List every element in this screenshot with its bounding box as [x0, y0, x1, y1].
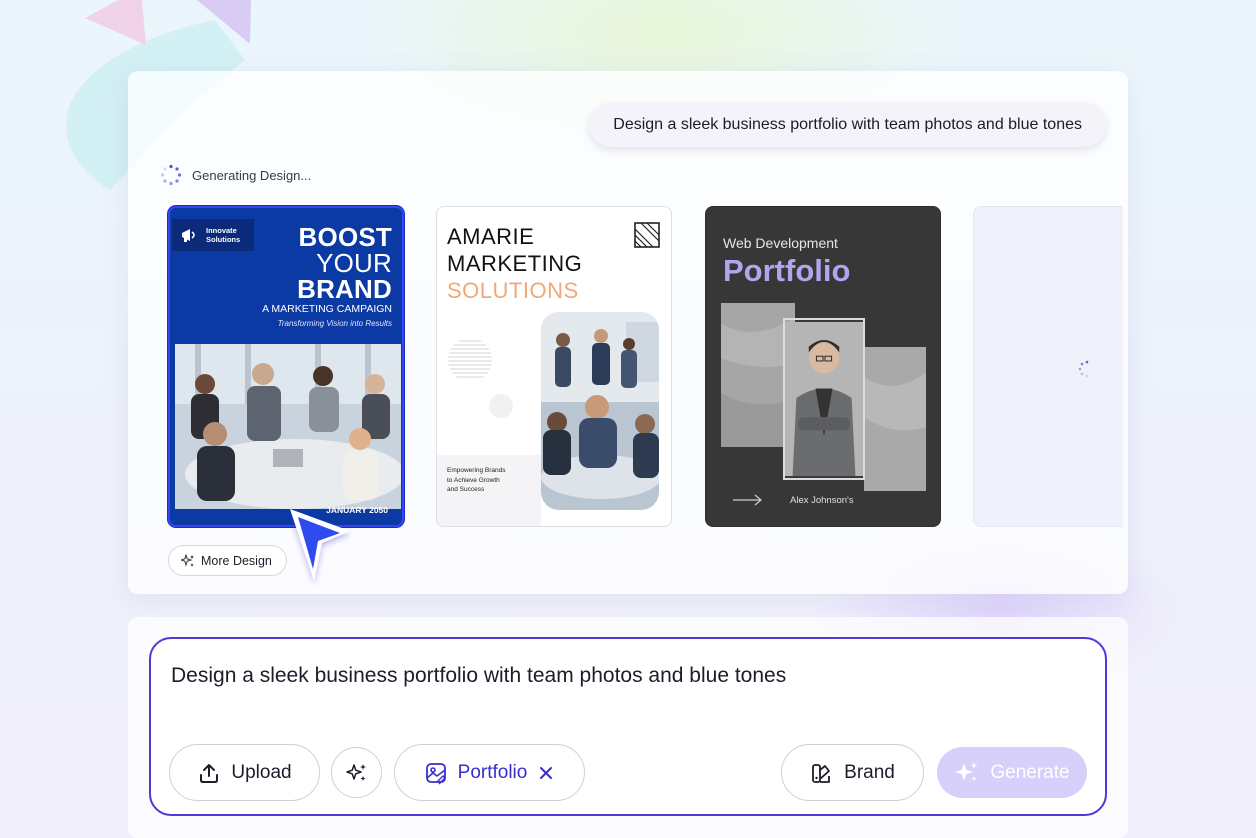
concrete-texture	[864, 347, 926, 491]
design-card-amarie-marketing[interactable]: AMARIE MARKETING SOLUTIONS Empowering Br…	[436, 206, 672, 527]
prompt-input-box[interactable]: Design a sleek business portfolio with t…	[149, 637, 1107, 816]
prompt-composer-panel: Design a sleek business portfolio with t…	[128, 617, 1128, 838]
image-edit-icon	[425, 762, 446, 784]
decor-shape-lavender	[197, 0, 251, 44]
sparkle-icon	[955, 761, 978, 781]
prompt-input[interactable]: Design a sleek business portfolio with t…	[171, 664, 786, 688]
user-prompt-bubble: Design a sleek business portfolio with t…	[589, 103, 1106, 147]
title-line: YOUR	[316, 248, 392, 278]
title-line: AMARIE	[447, 224, 535, 249]
close-icon[interactable]	[537, 764, 555, 782]
brand-kit-icon	[812, 763, 831, 783]
striped-square-icon	[634, 222, 660, 248]
pointer-cursor-icon	[290, 509, 350, 581]
upload-label: Upload	[231, 761, 292, 783]
brand-label: Brand	[844, 761, 895, 783]
portfolio-tag-label: Portfolio	[457, 761, 528, 783]
card-subtitle: A MARKETING CAMPAIGN	[262, 303, 392, 315]
decor-circle	[489, 394, 513, 418]
loading-spinner-icon	[160, 164, 182, 186]
card-title: BOOST YOUR BRAND	[297, 224, 392, 302]
sparkle-icon	[181, 553, 194, 567]
decor-shape-pink	[85, 0, 146, 45]
team-photo	[541, 312, 659, 510]
design-card-loading-placeholder	[973, 206, 1123, 527]
design-card-boost-your-brand[interactable]: Innovate Solutions BOOST YOUR BRAND A MA…	[168, 206, 404, 527]
design-results-panel: Design a sleek business portfolio with t…	[128, 71, 1128, 594]
portrait-photo	[783, 318, 865, 480]
generate-label: Generate	[990, 761, 1070, 783]
generating-status: Generating Design...	[160, 164, 311, 186]
company-badge: Innovate Solutions	[172, 219, 254, 251]
enhance-prompt-button[interactable]	[331, 747, 382, 798]
generating-status-text: Generating Design...	[192, 167, 312, 183]
card-tagline: Transforming Vision into Results	[277, 319, 392, 328]
upload-icon	[200, 763, 219, 783]
company-badge-text: Innovate Solutions	[206, 226, 241, 244]
title-line: MARKETING	[447, 251, 583, 276]
portfolio-tag[interactable]: Portfolio	[394, 744, 585, 801]
more-design-button[interactable]: More Design	[168, 545, 287, 576]
loading-spinner-icon	[1078, 360, 1089, 378]
card-title: Portfolio	[723, 253, 851, 288]
sparkle-icon	[345, 763, 366, 781]
design-cards: Innovate Solutions BOOST YOUR BRAND A MA…	[168, 206, 1128, 528]
team-meeting-photo	[175, 344, 401, 509]
design-card-web-development-portfolio[interactable]: Web Development Portfolio Alex Johnson's	[705, 206, 941, 527]
owner-name: Alex Johnson's	[790, 495, 854, 506]
generate-button[interactable]: Generate	[937, 747, 1087, 798]
card-tagline: Empowering Brands to Achieve Growth and …	[447, 467, 506, 493]
arrow-right-icon	[733, 494, 762, 506]
brand-button[interactable]: Brand	[781, 744, 924, 801]
more-design-label: More Design	[201, 553, 272, 568]
megaphone-icon	[182, 229, 195, 242]
decor-circle	[448, 340, 492, 378]
upload-button[interactable]: Upload	[169, 744, 320, 801]
title-line: BRAND	[297, 274, 392, 304]
title-line: BOOST	[298, 222, 392, 252]
title-line: SOLUTIONS	[447, 278, 579, 303]
card-subtitle: Web Development	[723, 235, 838, 251]
card-title: AMARIE MARKETING SOLUTIONS	[447, 223, 582, 304]
